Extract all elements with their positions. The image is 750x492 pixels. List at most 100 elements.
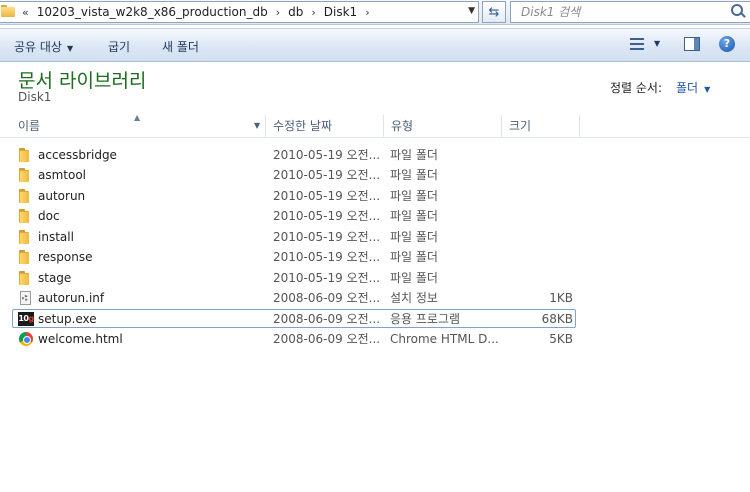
config-file-icon (18, 291, 34, 305)
file-size: 5KB (549, 332, 573, 346)
share-label: 공유 대상 (14, 40, 62, 54)
file-date: 2008-06-09 오전... (273, 312, 381, 326)
column-header-row: ▲ 이름 ▼ 수정한 날짜 유형 크기 (0, 113, 750, 138)
file-type: 파일 폴더 (390, 189, 438, 203)
chevron-down-icon: ▼ (704, 85, 711, 94)
file-date: 2008-06-09 오전... (273, 291, 381, 305)
chevron-down-icon[interactable]: ▼ (654, 39, 660, 48)
file-name: asmtool (38, 168, 87, 182)
list-item[interactable]: accessbridge 2010-05-19 오전... 파일 폴더 (12, 145, 576, 164)
breadcrumb: « 10203_vista_w2k8_x86_production_db › d… (20, 4, 376, 20)
column-divider[interactable] (579, 115, 580, 137)
breadcrumb-item[interactable]: db (286, 5, 305, 19)
chrome-html-icon (18, 332, 34, 346)
file-type: Chrome HTML D... (390, 332, 498, 346)
file-name: install (38, 230, 74, 244)
list-item[interactable]: autorun.inf 2008-06-09 오전... 설치 정보 1KB (12, 288, 576, 307)
preview-pane-icon[interactable] (684, 37, 700, 51)
file-name: autorun (38, 189, 86, 203)
share-button[interactable]: 공유 대상 ▼ (14, 38, 73, 55)
column-header-size[interactable]: 크기 (501, 115, 579, 137)
file-date: 2010-05-19 오전... (273, 271, 381, 285)
file-type: 설치 정보 (390, 291, 438, 305)
file-date: 2010-05-19 오전... (273, 230, 381, 244)
file-name: response (38, 250, 93, 264)
breadcrumb-item[interactable]: 10203_vista_w2k8_x86_production_db (35, 5, 270, 19)
library-title: 문서 라이브러리 (18, 70, 147, 92)
file-name: autorun.inf (38, 291, 105, 305)
overflow-chevron-icon[interactable]: « (22, 6, 29, 19)
file-size: 1KB (549, 291, 573, 305)
list-item[interactable]: stage 2010-05-19 오전... 파일 폴더 (12, 268, 576, 287)
chevron-right-icon[interactable]: › (276, 6, 280, 19)
file-name: doc (38, 209, 60, 223)
help-icon[interactable]: ? (719, 36, 735, 52)
file-type: 파일 폴더 (390, 230, 438, 244)
navigation-bar: « 10203_vista_w2k8_x86_production_db › d… (0, 0, 750, 25)
file-size (503, 188, 573, 205)
file-name: setup.exe (38, 312, 97, 326)
column-header-type[interactable]: 유형 (383, 115, 501, 137)
address-history-dropdown-icon[interactable]: ▼ (468, 6, 475, 16)
file-date: 2010-05-19 오전... (273, 189, 381, 203)
folder-icon (18, 271, 34, 285)
file-name: welcome.html (38, 332, 123, 346)
folder-icon (18, 148, 34, 162)
refresh-button[interactable]: ⇆ (482, 1, 506, 23)
file-size (503, 167, 573, 184)
file-date: 2010-05-19 오전... (273, 168, 381, 182)
refresh-icon: ⇆ (488, 4, 500, 20)
file-type: 파일 폴더 (390, 271, 438, 285)
list-item[interactable]: asmtool 2010-05-19 오전... 파일 폴더 (12, 165, 576, 184)
column-header-date[interactable]: 수정한 날짜 (265, 115, 383, 137)
list-item[interactable]: response 2010-05-19 오전... 파일 폴더 (12, 247, 576, 266)
arrange-by-value: 폴더 (676, 81, 699, 95)
file-type: 파일 폴더 (390, 209, 438, 223)
file-type: 응용 프로그램 (390, 312, 461, 326)
list-item[interactable]: doc 2010-05-19 오전... 파일 폴더 (12, 206, 576, 225)
list-item[interactable]: install 2010-05-19 오전... 파일 폴더 (12, 227, 576, 246)
view-options-icon[interactable] (630, 38, 644, 50)
chevron-right-icon[interactable]: › (311, 6, 315, 19)
folder-icon (18, 209, 34, 223)
library-subtitle: Disk1 (18, 90, 52, 104)
file-size (503, 270, 573, 287)
file-type: 파일 폴더 (390, 168, 438, 182)
chevron-right-icon[interactable]: › (365, 6, 369, 19)
arrange-by-label: 정렬 순서: (610, 81, 663, 95)
folder-icon (18, 230, 34, 244)
column-header-name[interactable]: 이름 (10, 115, 265, 137)
file-date: 2010-05-19 오전... (273, 209, 381, 223)
file-size: 68KB (541, 312, 573, 326)
setup-app-icon: 10g (18, 312, 34, 326)
file-name: stage (38, 271, 72, 285)
folder-icon (18, 189, 34, 203)
file-size (503, 249, 573, 266)
search-box (510, 1, 750, 23)
list-item[interactable]: autorun 2010-05-19 오전... 파일 폴더 (12, 186, 576, 205)
file-type: 파일 폴더 (390, 250, 438, 264)
file-name: accessbridge (38, 148, 117, 162)
arrange-by-dropdown[interactable]: 폴더 ▼ (676, 79, 710, 96)
search-icon[interactable] (731, 4, 746, 18)
folder-icon (1, 5, 15, 17)
file-date: 2008-06-09 오전... (273, 332, 381, 346)
file-date: 2010-05-19 오전... (273, 148, 381, 162)
file-size (503, 147, 573, 164)
breadcrumb-item[interactable]: Disk1 (322, 5, 359, 19)
address-bar[interactable]: « 10203_vista_w2k8_x86_production_db › d… (0, 1, 479, 23)
folder-icon (18, 168, 34, 182)
command-bar: 공유 대상 ▼ 굽기 새 폴더 ▼ ? (0, 28, 750, 62)
chevron-down-icon: ▼ (66, 44, 74, 53)
column-filter-dropdown-icon[interactable]: ▼ (254, 121, 260, 130)
burn-button[interactable]: 굽기 (108, 38, 130, 55)
new-folder-button[interactable]: 새 폴더 (162, 38, 199, 55)
file-date: 2010-05-19 오전... (273, 250, 381, 264)
list-item[interactable]: welcome.html 2008-06-09 오전... Chrome HTM… (12, 329, 576, 348)
file-size (503, 208, 573, 225)
list-item-selected[interactable]: 10g setup.exe 2008-06-09 오전... 응용 프로그램 6… (12, 309, 576, 328)
folder-icon (18, 250, 34, 264)
file-size (503, 229, 573, 246)
search-input[interactable] (521, 4, 721, 20)
file-type: 파일 폴더 (390, 148, 438, 162)
